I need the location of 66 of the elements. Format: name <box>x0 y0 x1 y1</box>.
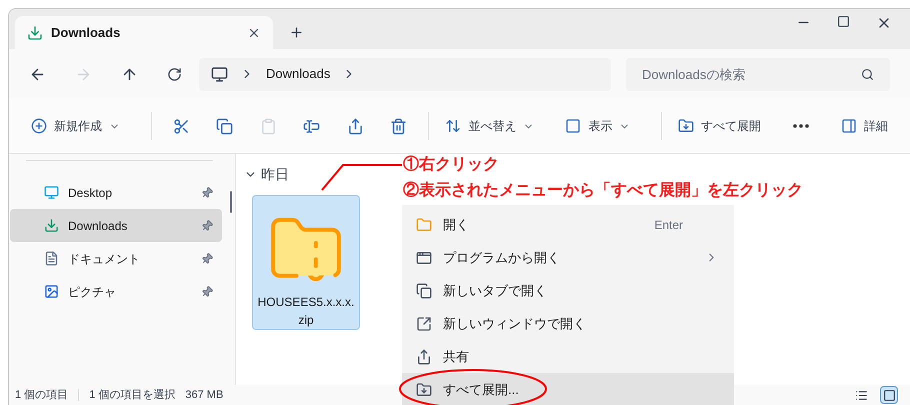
group-header[interactable]: 昨日 <box>244 164 289 185</box>
sidebar-item[interactable]: Desktop <box>10 176 222 209</box>
sidebar-label: ドキュメント <box>68 250 141 268</box>
sidebar-label: Downloads <box>68 218 128 234</box>
tab-title: Downloads <box>51 24 122 42</box>
scrollbar-thumb[interactable] <box>230 191 232 213</box>
toolbar-button[interactable]: 詳細 <box>835 110 894 142</box>
menu-label: 新しいタブで開く <box>443 282 548 300</box>
sidebar-item[interactable]: ピクチャ <box>10 275 222 308</box>
selection-count: 1 個の項目を選択 <box>89 388 176 403</box>
toolbar-button[interactable]: 表示 <box>559 110 652 142</box>
toolbar-button[interactable]: 新規作成 <box>25 110 141 142</box>
sidebar-item[interactable]: ドキュメント <box>10 242 222 275</box>
delete-icon <box>390 118 408 134</box>
selection-size: 367 MB <box>185 388 224 403</box>
menu-label: プログラムから開く <box>443 248 561 267</box>
address-bar[interactable]: Downloads <box>199 58 611 90</box>
menu-item[interactable]: すべて展開... <box>402 373 734 405</box>
maximize-icon[interactable] <box>837 15 850 28</box>
tile-icon <box>882 388 896 402</box>
annotation-text: ②表示されたメニューから「すべて展開」を左クリック <box>403 180 803 201</box>
new-window-icon <box>416 316 432 332</box>
new-tab-icon[interactable] <box>289 25 304 40</box>
annotation-text: ①右クリック <box>403 154 499 175</box>
monitor-icon <box>44 185 59 200</box>
picture-icon <box>44 284 59 299</box>
paste-icon <box>260 118 277 134</box>
more-icon <box>793 124 810 128</box>
new-icon <box>31 118 47 134</box>
sort-icon <box>445 118 462 134</box>
share-icon <box>416 348 432 364</box>
view-button[interactable] <box>880 386 898 404</box>
list-icon <box>854 388 868 402</box>
download-icon <box>44 218 59 233</box>
file-name: HOUSEES5.x.x.x.zip <box>256 294 356 329</box>
menu-label: すべて展開... <box>443 380 520 399</box>
menu-label: 共有 <box>443 348 470 366</box>
folder-icon <box>416 216 432 232</box>
breadcrumb[interactable]: Downloads <box>266 64 330 84</box>
sidebar-label: Desktop <box>68 184 114 202</box>
sidebar-label: ピクチャ <box>68 284 117 300</box>
app-icon <box>416 250 432 266</box>
search-icon <box>861 68 874 80</box>
item-count: 1 個の項目 <box>15 388 68 403</box>
search-field[interactable]: Downloadsの検索 <box>626 58 890 90</box>
extract-icon <box>416 382 432 398</box>
copy-icon <box>216 118 234 134</box>
cut-icon <box>172 118 190 134</box>
document-icon <box>44 251 59 266</box>
shortcut-label: Enter <box>654 216 683 234</box>
toolbar-button[interactable]: すべて展開 <box>672 110 768 142</box>
menu-label: 新しいウィンドウで開く <box>443 314 587 333</box>
rename-icon <box>303 118 320 134</box>
new-tab-icon <box>416 282 432 298</box>
sidebar-item[interactable]: Downloads <box>10 209 222 242</box>
refresh-icon[interactable] <box>167 66 182 82</box>
menu-label: 開く <box>443 216 470 234</box>
view-icon <box>565 118 582 134</box>
tab[interactable]: Downloads <box>15 16 273 49</box>
monitor-icon <box>211 66 228 82</box>
details-icon <box>841 118 858 134</box>
extract-icon <box>678 118 694 134</box>
toolbar-button[interactable]: 並べ替え <box>439 110 556 142</box>
file-tile[interactable]: HOUSEES5.x.x.x.zip <box>252 195 360 330</box>
share-icon <box>346 118 364 134</box>
download-icon <box>27 24 43 40</box>
